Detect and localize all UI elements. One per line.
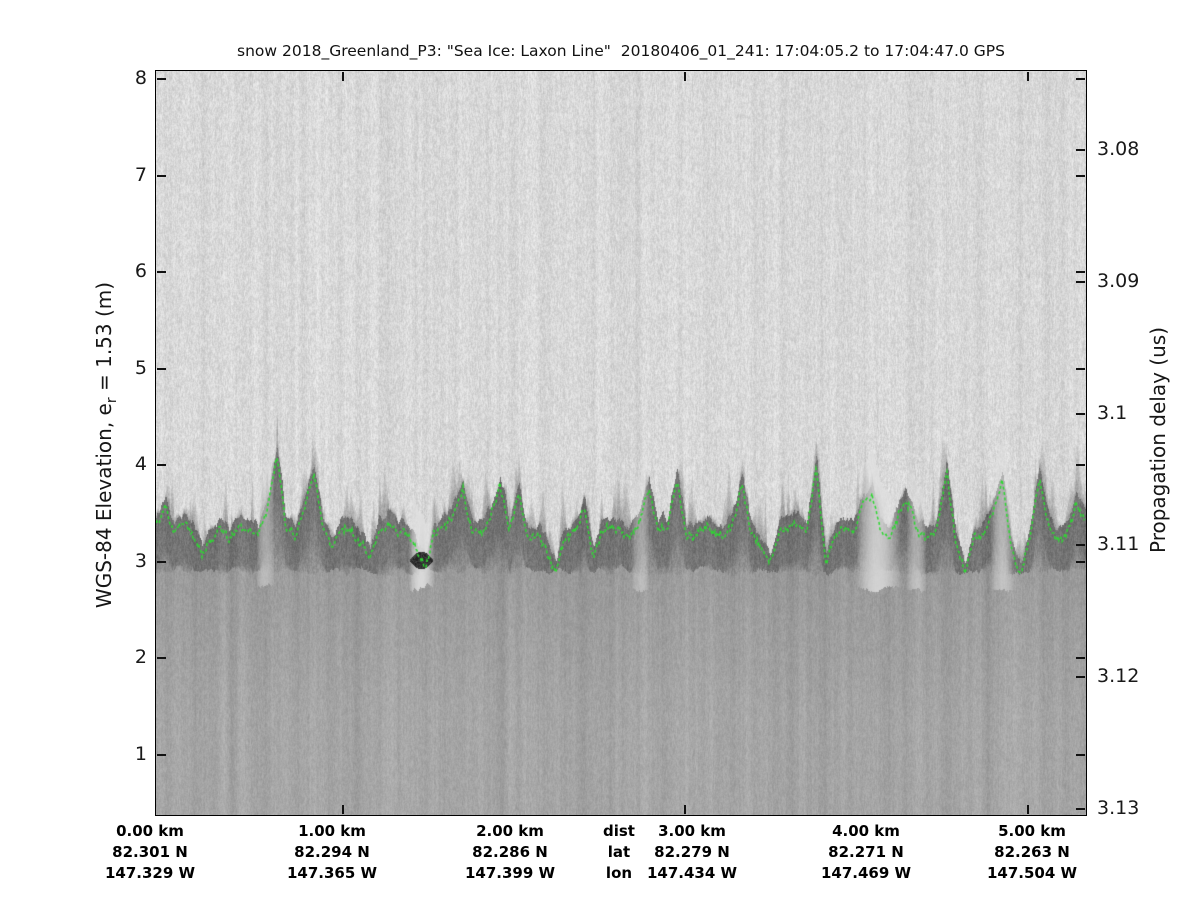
left-tick-label-5: 5 xyxy=(134,356,147,379)
left-axis-label-main: WGS-84 Elevation, e xyxy=(92,403,116,609)
right-mirror-tick-mark xyxy=(1076,271,1085,273)
geo-lon-value: 147.504 W xyxy=(986,864,1078,882)
echogram-canvas[interactable] xyxy=(156,71,1086,815)
right-tick-label-3.13: 3.13 xyxy=(1097,797,1140,819)
left-tick-mark xyxy=(157,753,166,756)
left-tick-mark xyxy=(157,367,166,370)
right-tick-label-3.1: 3.1 xyxy=(1097,401,1128,424)
right-tick-mark xyxy=(1076,676,1085,679)
right-tick-label-3.11: 3.11 xyxy=(1097,533,1140,556)
left-tick-mark xyxy=(157,464,166,466)
left-tick-label-7: 7 xyxy=(134,163,147,186)
geo-lat-value: 82.271 N xyxy=(828,843,904,861)
geo-lat-value: 82.263 N xyxy=(994,843,1070,861)
geo-lon-value: 147.365 W xyxy=(286,864,378,882)
left-tick-label-6: 6 xyxy=(134,260,147,282)
geo-lat-value: 82.294 N xyxy=(294,843,370,861)
geo-dist-value: 1.00 km xyxy=(298,822,366,840)
geo-dist-value: 5.00 km xyxy=(998,822,1066,840)
right-tick-label-3.09: 3.09 xyxy=(1097,269,1140,292)
geo-dist-value: 4.00 km xyxy=(832,822,900,840)
right-axis-label: Propagation delay (us) xyxy=(1146,326,1170,554)
left-axis-label-units: = 1.53 (m) xyxy=(92,281,116,398)
left-tick-mark xyxy=(157,560,166,563)
top-tick-mark xyxy=(1027,72,1029,81)
right-mirror-tick-mark xyxy=(1076,560,1085,563)
top-tick-mark xyxy=(342,72,344,81)
right-mirror-tick-mark xyxy=(1076,367,1085,370)
bottom-tick-mark xyxy=(1027,805,1029,814)
right-mirror-tick-mark xyxy=(1076,78,1085,80)
geo-lon-value: 147.329 W xyxy=(104,864,196,882)
left-tick-mark xyxy=(157,271,166,273)
geo-label-column-5: 5.00 km 82.263 N 147.504 W xyxy=(937,821,1127,884)
top-tick-mark xyxy=(684,72,686,81)
left-tick-mark xyxy=(157,78,166,80)
geo-label-column-1: 1.00 km 82.294 N 147.365 W xyxy=(237,821,427,884)
right-mirror-tick-mark xyxy=(1076,657,1085,659)
geo-label-column-4: 4.00 km 82.271 N 147.469 W xyxy=(771,821,961,884)
geo-legend-dist: dist xyxy=(603,822,635,840)
figure-title: snow 2018_Greenland_P3: "Sea Ice: Laxon … xyxy=(237,42,1005,60)
left-tick-label-4: 4 xyxy=(134,453,147,475)
geo-legend-column: dist lat lon xyxy=(524,821,714,884)
geo-lat-value: 82.301 N xyxy=(112,843,188,861)
left-tick-mark xyxy=(157,174,166,177)
left-tick-label-8: 8 xyxy=(134,67,147,89)
right-tick-mark xyxy=(1076,544,1085,547)
geo-legend-lon: lon xyxy=(605,864,633,882)
left-tick-label-1: 1 xyxy=(134,742,147,765)
left-tick-label-3: 3 xyxy=(134,549,147,572)
right-mirror-tick-mark xyxy=(1076,464,1085,466)
right-tick-mark xyxy=(1076,149,1085,151)
geo-legend-lat: lat xyxy=(607,843,631,861)
geo-dist-value: 0.00 km xyxy=(116,822,184,840)
bottom-tick-mark xyxy=(342,805,344,814)
right-tick-label-3.12: 3.12 xyxy=(1097,665,1140,688)
right-tick-label-3.08: 3.08 xyxy=(1097,138,1140,160)
left-tick-mark xyxy=(157,657,166,659)
bottom-tick-mark xyxy=(684,805,686,814)
left-tick-label-2: 2 xyxy=(134,646,147,668)
right-tick-mark xyxy=(1076,412,1085,415)
right-tick-mark xyxy=(1076,280,1085,283)
geo-label-column-0: 0.00 km 82.301 N 147.329 W xyxy=(55,821,245,884)
right-mirror-tick-mark xyxy=(1076,174,1085,177)
right-tick-mark xyxy=(1076,808,1085,810)
left-axis-label-subscript: r xyxy=(104,397,120,404)
echogram-figure: snow 2018_Greenland_P3: "Sea Ice: Laxon … xyxy=(0,0,1200,900)
right-mirror-tick-mark xyxy=(1076,753,1085,756)
geo-lon-value: 147.469 W xyxy=(820,864,912,882)
